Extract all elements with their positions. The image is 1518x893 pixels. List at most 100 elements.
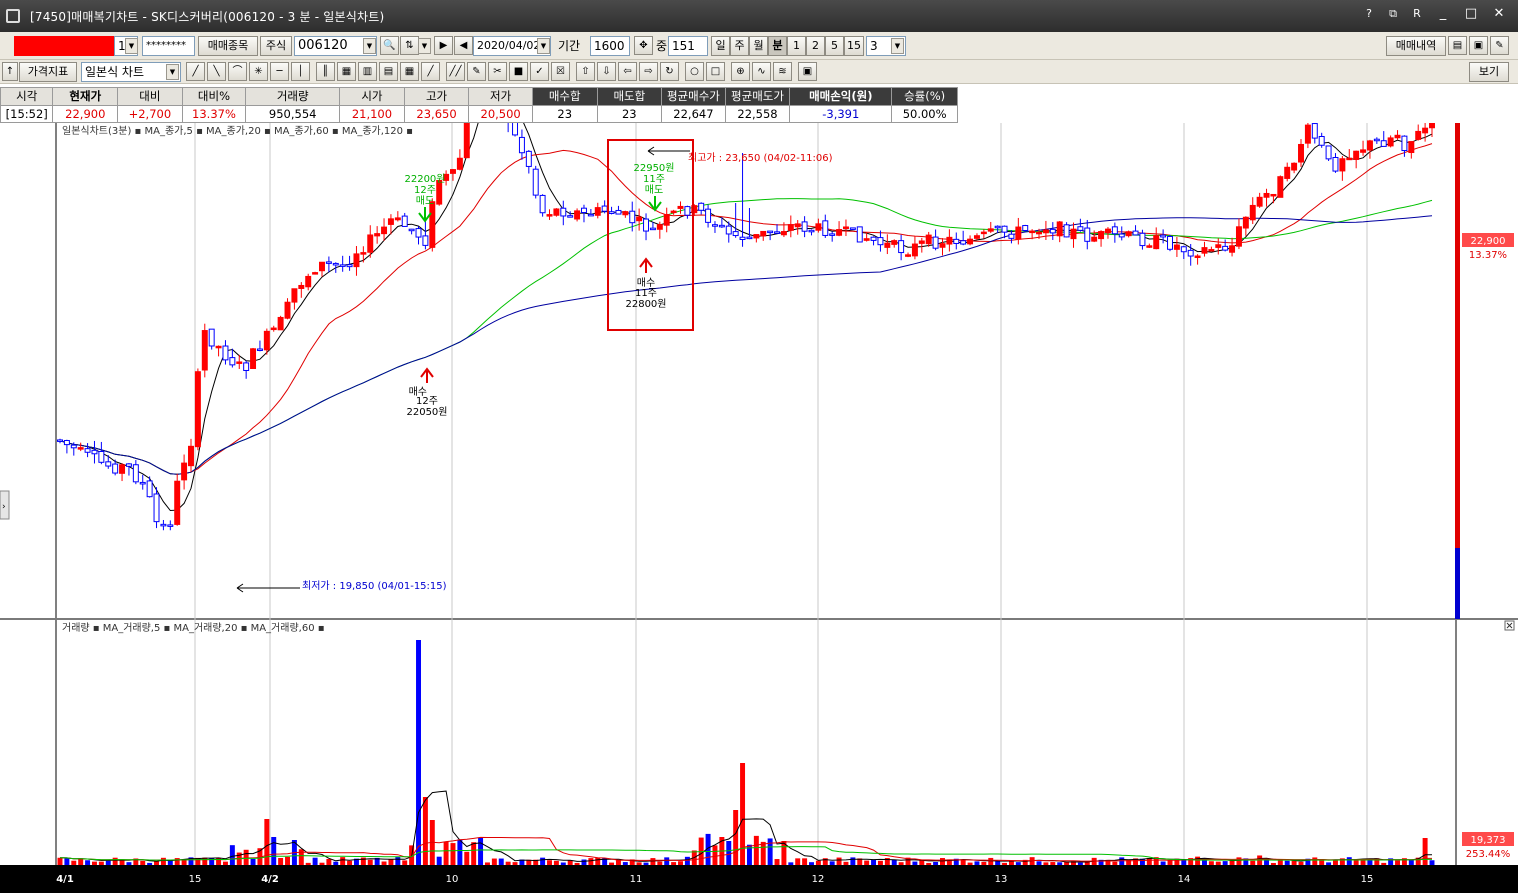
password-field[interactable]: ******** <box>142 36 195 56</box>
last-volume-pct: 253.44% <box>1466 849 1511 860</box>
print-icon[interactable]: ▤ <box>1448 36 1467 55</box>
trade-history-button[interactable]: 매매내역 <box>1386 36 1446 56</box>
drawing-tool-icon[interactable]: ≋ <box>773 62 792 81</box>
header-sell-count: 매도합 <box>596 87 663 106</box>
drawing-tool-icon[interactable]: ╱ <box>186 62 205 81</box>
volume-bar <box>753 835 759 865</box>
maximize-button[interactable]: □ <box>1458 4 1484 24</box>
interval-15-button[interactable]: 15 <box>844 36 864 56</box>
volume-bar <box>1167 860 1173 865</box>
interval-month-button[interactable]: 월 <box>749 36 768 56</box>
period-input[interactable]: 1600 <box>590 36 630 56</box>
candle-body <box>146 480 153 498</box>
indicator-button[interactable]: 가격지표 <box>19 62 77 82</box>
candle-body <box>277 316 284 331</box>
interval-week-button[interactable]: 주 <box>730 36 749 56</box>
candle-body <box>1160 234 1167 238</box>
drawing-tool-icon[interactable]: ⇨ <box>639 62 658 81</box>
drawing-tool-icon[interactable]: ⌒ <box>228 62 247 81</box>
drawing-tool-icon[interactable]: ⇧ <box>576 62 595 81</box>
market-select[interactable]: 주식 <box>260 36 292 56</box>
interval-1-button[interactable]: 1 <box>787 36 806 56</box>
candle-body <box>1091 236 1098 242</box>
trade-items-button[interactable]: 매매종목 <box>198 36 258 56</box>
volume-bar <box>491 858 497 865</box>
interval-5-button[interactable]: 5 <box>825 36 844 56</box>
candle-body <box>815 223 822 231</box>
interval-minute-button[interactable]: 분 <box>768 36 787 56</box>
minimize-button[interactable]: _ <box>1430 4 1456 24</box>
count-input[interactable]: 151 <box>668 36 708 56</box>
drawing-tool-icon[interactable]: ✓ <box>530 62 549 81</box>
drawing-tool-icon[interactable]: ▥ <box>358 62 377 81</box>
main-toolbar: 1 ▼ ******** 매매종목 주식 006120 ▼ 🔍 ⇅ ▼ ▶ ◀ … <box>0 32 1518 60</box>
sort-icon[interactable]: ⇅ <box>400 36 419 55</box>
restore-link-button[interactable]: ⧉ <box>1382 4 1404 24</box>
date-dropdown[interactable]: ▼ <box>537 38 550 54</box>
indicator-up-icon[interactable]: ↑ <box>2 62 18 81</box>
chart-area[interactable]: 일본식차트(3분) ▪ MA_종가,5 ▪ MA_종가,20 ▪ MA_종가,6… <box>0 54 1518 893</box>
drawing-tool-icon[interactable]: ↻ <box>660 62 679 81</box>
drawing-tool-icon[interactable]: ▣ <box>798 62 817 81</box>
drawing-tool-icon[interactable]: ⊕ <box>731 62 750 81</box>
candle-body <box>1291 162 1298 171</box>
drawing-tool-icon[interactable]: □ <box>706 62 725 81</box>
drawing-tool-icon[interactable]: ⇦ <box>618 62 637 81</box>
volume-bar <box>147 862 153 865</box>
volume-bar <box>1250 860 1256 865</box>
buy-marker-2-price: 22800원 <box>625 298 666 310</box>
drawing-tool-icon[interactable]: ▤ <box>379 62 398 81</box>
drawing-tool-icon[interactable]: ✂ <box>488 62 507 81</box>
candlestick-chart[interactable]: 일본식차트(3분) ▪ MA_종가,5 ▪ MA_종가,20 ▪ MA_종가,6… <box>0 54 1518 893</box>
drawing-tool-icon[interactable]: ∿ <box>752 62 771 81</box>
search-icon[interactable]: 🔍 <box>380 36 399 55</box>
candle-body <box>243 362 250 371</box>
drawing-tool-icon[interactable]: ╱╱ <box>446 62 465 81</box>
volume-bar <box>140 860 146 865</box>
grid-settings-icon[interactable]: ✥ <box>634 36 653 55</box>
drawing-tool-icon[interactable]: ○ <box>685 62 704 81</box>
drawing-tool-icon[interactable]: ║ <box>316 62 335 81</box>
refresh-button[interactable]: R <box>1406 4 1428 24</box>
interval-2-button[interactable]: 2 <box>806 36 825 56</box>
play-prev-icon[interactable]: ◀ <box>454 36 473 55</box>
interval-value-dropdown[interactable]: ▼ <box>891 38 904 54</box>
drawing-tool-icon[interactable]: ─ <box>270 62 289 81</box>
volume-bar <box>1077 862 1083 865</box>
interval-day-button[interactable]: 일 <box>711 36 730 56</box>
close-button[interactable]: ✕ <box>1486 4 1512 24</box>
drawing-tool-icon[interactable]: ▦ <box>337 62 356 81</box>
account-dropdown[interactable]: ▼ <box>125 38 138 54</box>
volume-bar <box>981 861 987 865</box>
help-button[interactable]: ? <box>1358 4 1380 24</box>
chart-type-dropdown[interactable]: ▼ <box>166 64 179 80</box>
candle-body <box>1056 221 1063 237</box>
volume-bar <box>422 797 428 865</box>
candle-body <box>1360 149 1367 153</box>
candle-body <box>1173 244 1180 250</box>
view-button[interactable]: 보기 <box>1469 62 1509 82</box>
drawing-tool-icon[interactable]: ▦ <box>400 62 419 81</box>
header-current-price: 현재가 <box>52 87 119 106</box>
price-legend: 일본식차트(3분) ▪ MA_종가,5 ▪ MA_종가,20 ▪ MA_종가,6… <box>62 125 413 137</box>
save-icon[interactable]: ▣ <box>1469 36 1488 55</box>
drawing-tool-icon[interactable]: ■ <box>509 62 528 81</box>
drawing-tool-icon[interactable]: ╲ <box>207 62 226 81</box>
sort-dropdown[interactable]: ▼ <box>418 38 431 54</box>
value-win-rate: 50.00% <box>891 104 958 123</box>
volume-bar <box>1360 860 1366 865</box>
volume-bar <box>733 810 739 865</box>
drawing-tool-icon[interactable]: │ <box>291 62 310 81</box>
stock-code-dropdown[interactable]: ▼ <box>363 38 376 54</box>
candle-body <box>553 208 560 216</box>
drawing-tool-icon[interactable]: ☒ <box>551 62 570 81</box>
play-next-icon[interactable]: ▶ <box>434 36 453 55</box>
settings-wrench-icon[interactable]: ✎ <box>1490 36 1509 55</box>
candle-body <box>456 157 463 170</box>
value-pnl: -3,391 <box>789 104 893 123</box>
drawing-tool-icon[interactable]: ╱ <box>421 62 440 81</box>
volume-bar <box>243 849 249 865</box>
drawing-tool-icon[interactable]: ✳ <box>249 62 268 81</box>
drawing-tool-icon[interactable]: ⇩ <box>597 62 616 81</box>
drawing-tool-icon[interactable]: ✎ <box>467 62 486 81</box>
